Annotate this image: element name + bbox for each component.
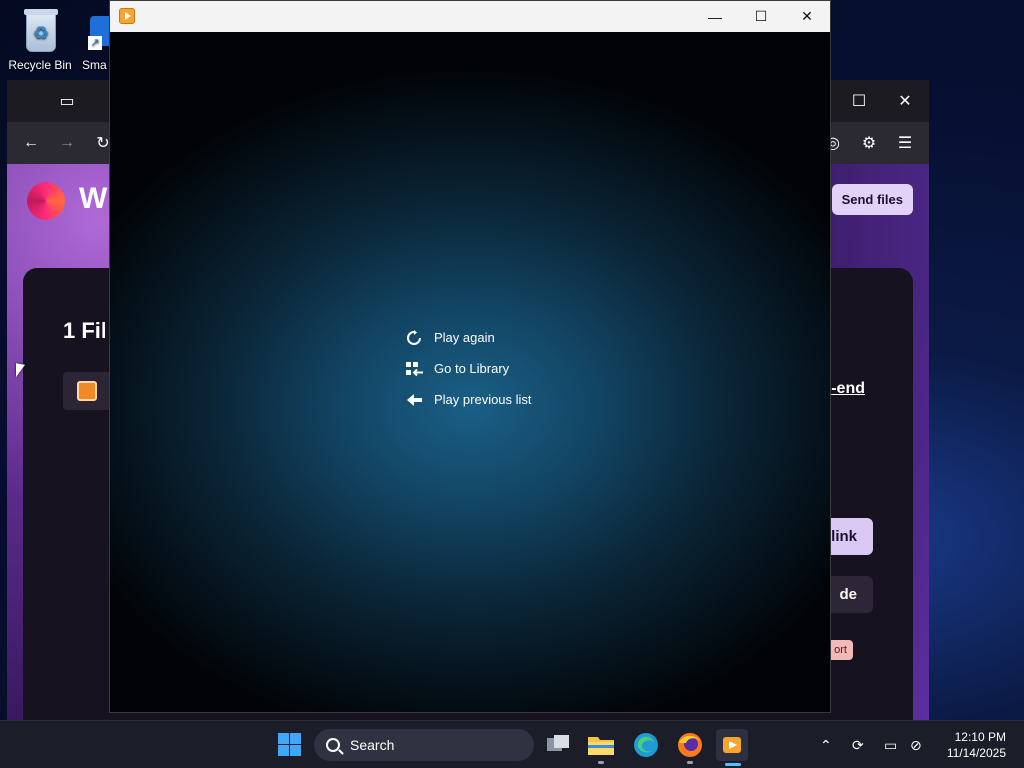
active-indicator: [725, 763, 741, 766]
system-clock[interactable]: 12:10 PM 11/14/2025: [947, 729, 1006, 761]
play-again-item[interactable]: Play again: [406, 322, 532, 353]
edge-browser-icon[interactable]: [630, 729, 662, 761]
send-files-button[interactable]: Send files: [831, 184, 913, 215]
media-player-app-icon: [119, 8, 135, 24]
firefox-icon[interactable]: [674, 729, 706, 761]
minimize-icon[interactable]: —: [692, 1, 738, 32]
go-to-library-item[interactable]: Go to Library: [406, 353, 532, 384]
recycle-bin-icon: [18, 6, 62, 54]
search-icon: [326, 738, 340, 752]
close-icon[interactable]: ✕: [784, 1, 830, 32]
back-arrow-icon[interactable]: ←: [13, 127, 49, 159]
library-icon: [406, 361, 434, 377]
report-badge[interactable]: ort: [828, 640, 853, 660]
media-player-taskbar-icon[interactable]: [716, 729, 748, 761]
maximize-icon[interactable]: ☐: [738, 1, 784, 32]
extensions-icon[interactable]: ⚙: [851, 127, 887, 159]
network-icon[interactable]: ⊘: [910, 721, 922, 768]
file-explorer-icon[interactable]: [585, 729, 617, 761]
panel-title: 1 Fil: [63, 318, 105, 343]
sync-icon[interactable]: ⟳: [852, 721, 864, 768]
player-canvas: Play again Go to Library Play previous l…: [110, 32, 830, 712]
mouse-cursor-icon: [16, 363, 25, 379]
forward-arrow-icon[interactable]: →: [49, 127, 85, 159]
play-previous-list-item[interactable]: Play previous list: [406, 384, 532, 415]
menu-icon[interactable]: ☰: [887, 127, 923, 159]
maximize-icon[interactable]: ☐: [841, 85, 877, 117]
player-titlebar[interactable]: — ☐ ✕: [110, 1, 830, 32]
clock-date: 11/14/2025: [946, 746, 1006, 760]
menu-item-label: Play previous list: [434, 392, 532, 407]
end-of-playback-menu: Play again Go to Library Play previous l…: [406, 322, 532, 415]
running-indicator: [687, 761, 693, 764]
back-arrow-icon: [406, 392, 434, 408]
panel-link[interactable]: -end: [831, 380, 865, 398]
search-label: Search: [350, 737, 395, 753]
menu-item-label: Go to Library: [434, 361, 510, 376]
media-player-window: — ☐ ✕ Play again Go to Library Play prev…: [109, 0, 831, 713]
replay-icon: [406, 329, 434, 346]
display-icon[interactable]: ▭: [884, 721, 897, 768]
menu-item-label: Play again: [434, 330, 495, 345]
file-icon: [77, 381, 97, 401]
show-hidden-icons-icon[interactable]: ⌃: [820, 721, 832, 768]
task-view-icon[interactable]: [542, 729, 574, 761]
taskbar: Search ⌃ ⟳ ▭ ⊘ 12:10 PM 11/14/2025: [0, 720, 1024, 768]
brand-logo-icon: [27, 182, 65, 220]
running-indicator: [598, 761, 604, 764]
file-chip[interactable]: [63, 372, 111, 410]
desktop-icon-label: Recycle Bin: [8, 58, 72, 72]
close-icon[interactable]: ✕: [887, 85, 923, 117]
desktop-icon-recycle-bin[interactable]: Recycle Bin: [2, 6, 78, 72]
brand-text: W: [79, 182, 108, 215]
tab-overview-icon[interactable]: ▭: [49, 85, 85, 117]
clock-time: 12:10 PM: [954, 730, 1006, 744]
taskbar-search[interactable]: Search: [314, 729, 534, 761]
start-button[interactable]: [276, 729, 308, 761]
